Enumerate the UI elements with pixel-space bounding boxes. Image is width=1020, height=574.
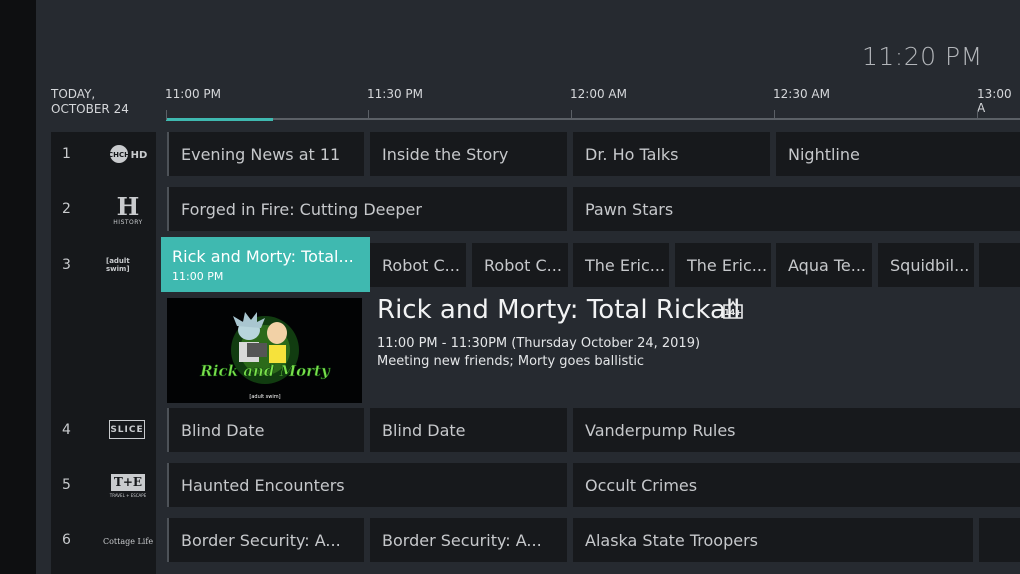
selected-program-cell[interactable]: Rick and Morty: Total... 11:00 PM: [161, 237, 370, 292]
channel-number: 4: [62, 422, 71, 438]
selected-program-title: Rick and Morty: Total...: [172, 246, 354, 266]
program-cell[interactable]: Blind Date: [167, 408, 364, 452]
program-cell[interactable]: [979, 518, 1020, 562]
program-cell[interactable]: Vanderpump Rules: [573, 408, 1020, 452]
channel-number: 1: [62, 146, 71, 162]
date-line-2: OCTOBER 24: [51, 102, 129, 116]
program-cell[interactable]: Inside the Story: [370, 132, 567, 176]
date-label: TODAY, OCTOBER 24: [51, 87, 129, 117]
program-cell[interactable]: Haunted Encounters: [167, 463, 567, 507]
time-slot-label: 12:00 AM: [570, 87, 627, 101]
program-detail-description: Meeting new friends; Morty goes ballisti…: [377, 354, 645, 369]
selected-program-time: 11:00 PM: [172, 269, 224, 283]
program-cell[interactable]: Occult Crimes: [573, 463, 1020, 507]
date-line-1: TODAY,: [51, 87, 96, 101]
timeline-tick: [774, 110, 775, 120]
program-thumbnail: Rick and Morty [adult swim]: [167, 298, 362, 403]
timeline-bar: [166, 118, 1020, 120]
program-cell[interactable]: Nightline: [776, 132, 1020, 176]
time-slot-label: 13:00 A: [977, 87, 1012, 115]
adult-swim-logo-icon: [adult swim]: [106, 257, 130, 273]
program-cell[interactable]: Squidbil...: [878, 243, 974, 287]
program-cell[interactable]: Pawn Stars: [573, 187, 1020, 231]
timeline-tick: [368, 110, 369, 120]
program-cell[interactable]: Alaska State Troopers: [573, 518, 973, 562]
program-cell[interactable]: [979, 243, 1020, 287]
timeline-progress: [166, 118, 273, 121]
channel-number: 3: [62, 257, 71, 273]
svg-text:CHCH: CHCH: [108, 151, 130, 159]
program-cell[interactable]: The Eric...: [675, 243, 771, 287]
program-cell[interactable]: Blind Date: [370, 408, 567, 452]
tv-rating-icon: 14+: [721, 300, 745, 324]
left-edge-strip: [0, 0, 36, 574]
program-cell[interactable]: Border Security: A...: [370, 518, 567, 562]
travel-escape-logo-icon: T+E TRAVEL + ESCAPE: [109, 473, 147, 499]
program-detail-time: 11:00 PM - 11:30PM (Thursday October 24,…: [377, 336, 701, 351]
chch-hd-logo-icon: CHCH HD: [108, 143, 150, 165]
time-slot-label: 11:00 PM: [165, 87, 221, 101]
program-detail-title: Rick and Morty: Total Rickall: [377, 295, 741, 325]
program-cell[interactable]: Aqua Te...: [776, 243, 872, 287]
slice-logo-icon: SLICE: [109, 420, 145, 439]
cottage-life-logo-icon: Cottage Life: [102, 536, 154, 546]
program-cell[interactable]: Robot C...: [472, 243, 568, 287]
time-slot-label: 12:30 AM: [773, 87, 830, 101]
program-cell[interactable]: Forged in Fire: Cutting Deeper: [167, 187, 567, 231]
te-logo-subtitle: TRAVEL + ESCAPE: [109, 493, 147, 498]
history-logo-mark: H: [116, 191, 140, 221]
thumbnail-brand: [adult swim]: [249, 394, 280, 400]
timeline-tick: [977, 110, 978, 120]
program-cell[interactable]: Evening News at 11: [167, 132, 364, 176]
time-slot-label: 11:30 PM: [367, 87, 423, 101]
timeline-tick: [166, 110, 167, 120]
te-logo-mark: T+E: [110, 474, 146, 491]
channel-number: 2: [62, 201, 71, 217]
svg-text:HD: HD: [131, 150, 148, 161]
history-logo-icon: H HISTORY: [110, 192, 146, 228]
program-cell[interactable]: Robot C...: [370, 243, 466, 287]
channel-number: 6: [62, 532, 71, 548]
history-logo-text: HISTORY: [113, 218, 143, 226]
program-cell[interactable]: The Eric...: [573, 243, 669, 287]
program-cell[interactable]: Border Security: A...: [167, 518, 364, 562]
thumbnail-title: Rick and Morty: [199, 362, 331, 380]
current-time: 11:20 PM: [862, 42, 983, 71]
tv-rating-text: 14+: [724, 308, 742, 317]
timeline-tick: [571, 110, 572, 120]
channel-number: 5: [62, 477, 71, 493]
program-cell[interactable]: Dr. Ho Talks: [573, 132, 770, 176]
